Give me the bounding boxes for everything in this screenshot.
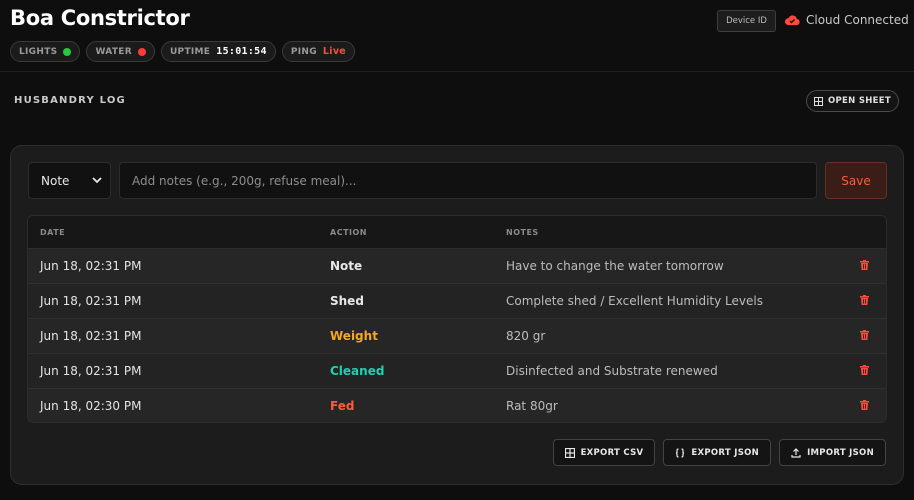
- trash-icon[interactable]: [860, 399, 869, 413]
- table-row: Jun 18, 02:30 PM Fed Rat 80gr: [28, 389, 886, 422]
- row-action: Cleaned: [330, 364, 385, 378]
- status-pills: LIGHTS WATER UPTIME 15:01:54 PING Live: [10, 41, 356, 62]
- uptime-value: 15:01:54: [216, 46, 267, 57]
- export-csv-button[interactable]: EXPORT CSV: [552, 439, 656, 466]
- trash-icon[interactable]: [860, 259, 869, 273]
- trash-icon[interactable]: [860, 329, 869, 343]
- log-panel: Note Add notes (e.g., 200g, refuse meal)…: [10, 145, 904, 485]
- row-notes: Have to change the water tomorrow: [506, 259, 724, 273]
- ping-value: Live: [322, 46, 347, 57]
- column-notes: NOTES: [506, 228, 539, 237]
- row-date: Jun 18, 02:30 PM: [40, 399, 142, 413]
- trash-icon[interactable]: [860, 294, 869, 308]
- lights-label: LIGHTS: [19, 46, 58, 57]
- table-row: Jun 18, 02:31 PM Note Have to change the…: [28, 249, 886, 284]
- row-date: Jun 18, 02:31 PM: [40, 329, 142, 343]
- import-json-button[interactable]: IMPORT JSON: [779, 439, 886, 466]
- column-date: DATE: [40, 228, 66, 237]
- row-date: Jun 18, 02:31 PM: [40, 259, 142, 273]
- top-header: Boa Constrictor LIGHTS WATER UPTIME 15:0…: [0, 0, 914, 72]
- trash-icon[interactable]: [860, 364, 869, 378]
- row-notes: Disinfected and Substrate renewed: [506, 364, 718, 378]
- uptime-label: UPTIME: [169, 46, 211, 57]
- device-id-button[interactable]: Device ID: [717, 10, 776, 32]
- notes-input[interactable]: Add notes (e.g., 200g, refuse meal)...: [119, 162, 817, 199]
- water-status-dot: [137, 47, 146, 56]
- table-header: DATE ACTION NOTES: [28, 216, 886, 249]
- grid-icon: [564, 447, 575, 458]
- ping-label: PING: [290, 46, 317, 57]
- row-action: Note: [330, 259, 363, 273]
- export-actions: EXPORT CSV EXPORT JSON IMPORT JSON: [552, 439, 886, 466]
- table-row: Jun 18, 02:31 PM Weight 820 gr: [28, 319, 886, 354]
- open-sheet-label: OPEN SHEET: [828, 96, 891, 106]
- open-sheet-button[interactable]: OPEN SHEET: [806, 90, 899, 112]
- row-notes: 820 gr: [506, 329, 546, 343]
- column-action: ACTION: [330, 228, 367, 237]
- row-notes: Rat 80gr: [506, 399, 558, 413]
- upload-icon: [791, 447, 801, 458]
- import-json-label: IMPORT JSON: [807, 447, 874, 458]
- uptime-pill: UPTIME 15:01:54: [160, 41, 276, 62]
- row-action: Weight: [330, 329, 378, 343]
- water-pill: WATER: [86, 41, 155, 62]
- cloud-status: Cloud Connected: [784, 13, 909, 27]
- lights-pill: LIGHTS: [10, 41, 81, 62]
- braces-icon: [676, 447, 685, 458]
- row-notes: Complete shed / Excellent Humidity Level…: [506, 294, 763, 308]
- ping-pill: PING Live: [281, 41, 356, 62]
- lights-status-dot: [63, 47, 72, 56]
- table-row: Jun 18, 02:31 PM Shed Complete shed / Ex…: [28, 284, 886, 319]
- log-table: DATE ACTION NOTES Jun 18, 02:31 PM Note …: [27, 215, 887, 423]
- chevron-down-icon: [92, 177, 102, 184]
- save-button[interactable]: Save: [825, 162, 887, 199]
- grid-icon: [814, 96, 823, 106]
- water-label: WATER: [95, 46, 132, 57]
- export-json-label: EXPORT JSON: [691, 447, 760, 458]
- table-body: Jun 18, 02:31 PM Note Have to change the…: [28, 249, 886, 422]
- export-json-button[interactable]: EXPORT JSON: [663, 439, 772, 466]
- action-select-value: Note: [41, 173, 70, 188]
- cloud-icon: [784, 15, 800, 26]
- row-date: Jun 18, 02:31 PM: [40, 364, 142, 378]
- table-row: Jun 18, 02:31 PM Cleaned Disinfected and…: [28, 354, 886, 389]
- row-date: Jun 18, 02:31 PM: [40, 294, 142, 308]
- action-select[interactable]: Note: [28, 162, 111, 199]
- page-title: Boa Constrictor: [10, 6, 190, 30]
- export-csv-label: EXPORT CSV: [580, 447, 644, 458]
- row-action: Shed: [330, 294, 364, 308]
- section-title: HUSBANDRY LOG: [14, 95, 126, 106]
- cloud-status-text: Cloud Connected: [806, 13, 909, 27]
- row-action: Fed: [330, 399, 355, 413]
